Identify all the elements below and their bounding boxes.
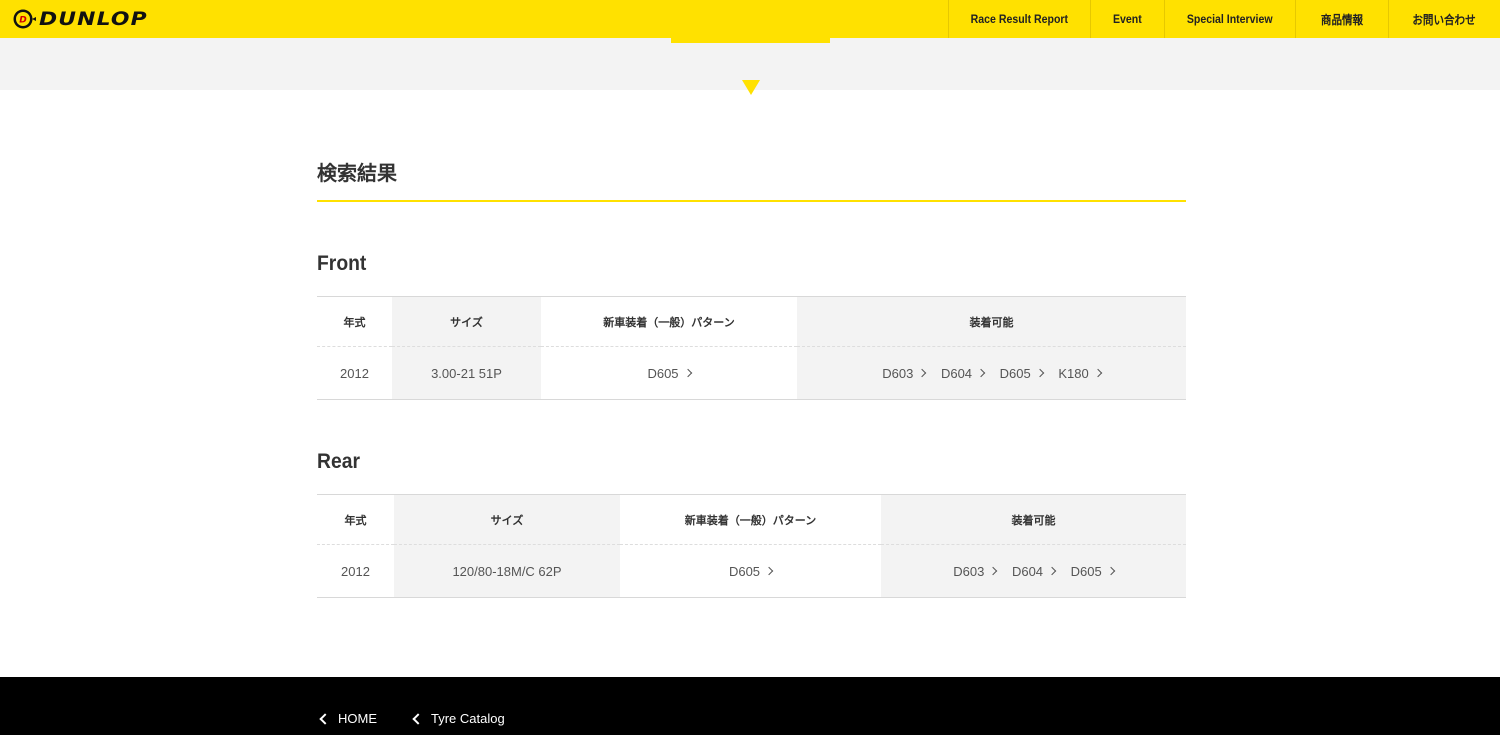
year-cell: 2012 — [317, 346, 392, 400]
pattern-link-d604[interactable]: D604 — [1012, 564, 1057, 579]
oem-pattern-cell: D605 — [541, 346, 797, 400]
front-results-table: 年式 サイズ 新車装着（一般）パターン 装着可能 2012 3.00-21 51… — [317, 296, 1186, 400]
svg-text:D: D — [19, 16, 27, 26]
front-section-title: Front — [317, 252, 367, 275]
col-oem-pattern: 新車装着（一般）パターン — [620, 494, 881, 545]
nav-special-interview[interactable]: Special Interview — [1164, 0, 1295, 38]
chevron-right-icon — [764, 566, 774, 576]
oem-pattern-cell: D605 — [620, 544, 881, 598]
table-header-row: 年式 サイズ 新車装着（一般）パターン 装着可能 — [317, 296, 1186, 347]
chevron-right-icon — [976, 368, 986, 378]
site-footer: HOME Tyre Catalog — [0, 677, 1500, 735]
chevron-right-icon — [1035, 368, 1044, 378]
dunlop-flying-d-icon: D — [12, 7, 36, 31]
year-cell: 2012 — [317, 544, 394, 598]
table-header-row: 年式 サイズ 新車装着（一般）パターン 装着可能 — [317, 494, 1186, 545]
title-divider — [317, 200, 1186, 202]
chevron-right-icon — [989, 566, 998, 576]
col-year: 年式 — [317, 494, 394, 545]
nav-event[interactable]: Event — [1090, 0, 1164, 38]
chevron-right-icon — [1093, 368, 1102, 378]
pattern-link-d605[interactable]: D605 — [1071, 564, 1115, 579]
active-tab-marker — [671, 38, 830, 43]
nav-race-result-report[interactable]: Race Result Report — [948, 0, 1090, 38]
pattern-link-d604[interactable]: D604 — [941, 366, 986, 381]
col-size: サイズ — [394, 494, 620, 545]
breadcrumb-tyre-catalog[interactable]: Tyre Catalog — [412, 711, 505, 726]
chevron-right-icon — [918, 368, 927, 378]
site-header: D DUNLOP Race Result Report Event Specia… — [0, 0, 1500, 38]
chevron-left-icon — [319, 712, 331, 725]
dunlop-logo[interactable]: D DUNLOP — [12, 6, 147, 32]
size-cell: 3.00-21 51P — [392, 346, 541, 400]
col-compatible: 装着可能 — [881, 494, 1186, 545]
rear-results-table: 年式 サイズ 新車装着（一般）パターン 装着可能 2012 120/80-18M… — [317, 494, 1186, 598]
size-cell: 120/80-18M/C 62P — [394, 544, 620, 598]
nav-products[interactable]: 商品情報 — [1295, 0, 1388, 38]
pattern-link-d603[interactable]: D603 — [882, 366, 927, 381]
chevron-right-icon — [683, 368, 692, 378]
compatible-cell: D603 D604 D605 — [881, 544, 1186, 598]
down-arrow-icon — [742, 80, 760, 95]
chevron-right-icon — [1106, 566, 1115, 576]
chevron-right-icon — [1047, 566, 1057, 576]
chevron-left-icon — [412, 712, 424, 725]
main-nav: Race Result Report Event Special Intervi… — [948, 0, 1500, 38]
pattern-link-d605[interactable]: D605 — [1000, 366, 1044, 381]
col-compatible: 装着可能 — [797, 296, 1186, 347]
brand-name: DUNLOP — [39, 8, 148, 30]
page-title: 検索結果 — [317, 163, 397, 185]
pattern-link-k180[interactable]: K180 — [1058, 366, 1102, 381]
rear-section-title: Rear — [317, 450, 360, 473]
col-year: 年式 — [317, 296, 392, 347]
col-size: サイズ — [392, 296, 541, 347]
breadcrumb-home[interactable]: HOME — [319, 711, 377, 726]
compatible-cell: D603 D604 D605 K180 — [797, 346, 1186, 400]
nav-contact[interactable]: お問い合わせ — [1388, 0, 1500, 38]
pattern-link-d605[interactable]: D605 — [647, 366, 692, 381]
table-row: 2012 120/80-18M/C 62P D605 D603 D604 D60… — [317, 544, 1186, 598]
pattern-link-d603[interactable]: D603 — [953, 564, 998, 579]
table-row: 2012 3.00-21 51P D605 D603 D604 D605 K18… — [317, 346, 1186, 400]
col-oem-pattern: 新車装着（一般）パターン — [541, 296, 797, 347]
pattern-link-d605[interactable]: D605 — [729, 564, 774, 579]
